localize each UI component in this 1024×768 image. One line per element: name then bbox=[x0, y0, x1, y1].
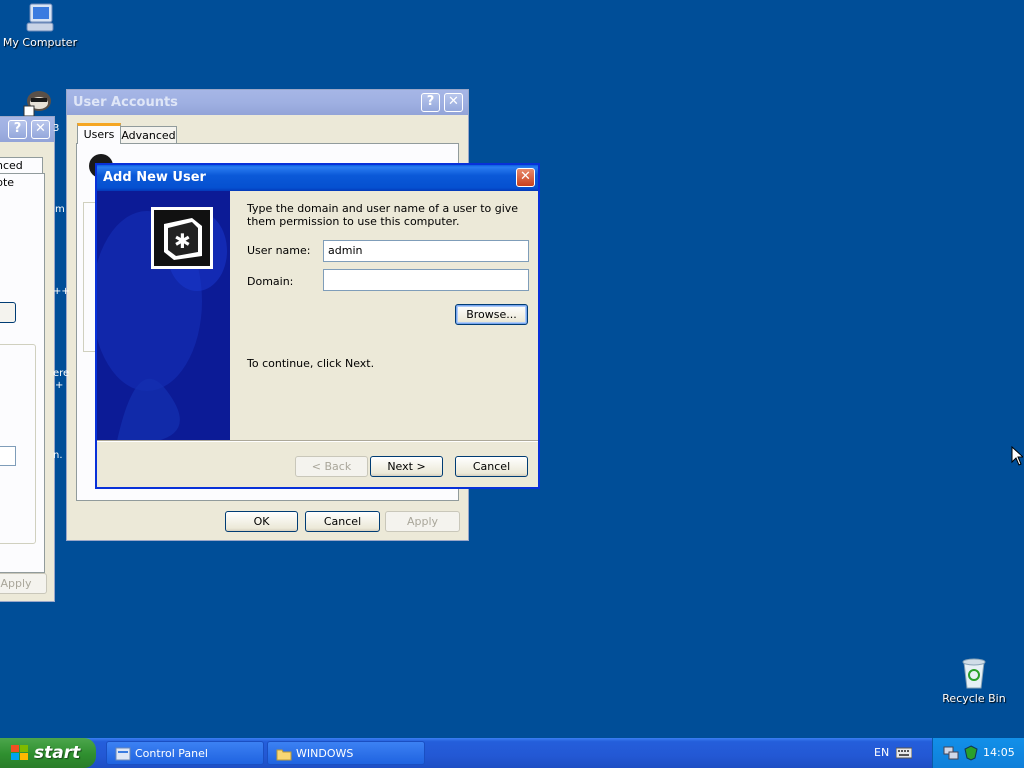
clock[interactable]: 14:05 bbox=[983, 738, 1015, 768]
domain-field[interactable] bbox=[323, 269, 529, 291]
wizard-side-art: ✱ bbox=[97, 191, 230, 441]
windows-logo-icon bbox=[11, 745, 28, 760]
start-label: start bbox=[34, 743, 81, 763]
start-button[interactable]: start bbox=[0, 738, 96, 768]
raccoon-icon bbox=[23, 91, 51, 117]
help-icon[interactable]: ? bbox=[8, 120, 27, 139]
keyboard-icon[interactable] bbox=[896, 746, 912, 760]
add-new-user-dialog[interactable]: Add New User ✕ ✱ Type the domain and use… bbox=[95, 163, 540, 489]
desktop-text-fragment-3: ere bbox=[53, 368, 70, 379]
close-icon[interactable]: ✕ bbox=[444, 93, 463, 112]
left-background-window[interactable]: ? ✕ nced pte Apply bbox=[0, 116, 55, 602]
back-button[interactable]: < Back bbox=[295, 456, 368, 477]
taskbar: start Control Panel WINDOWS EN 14:05 bbox=[0, 738, 1024, 768]
desktop-text-fragment-2: ++ bbox=[53, 286, 70, 297]
shortcut-icon[interactable] bbox=[22, 86, 54, 117]
control-panel-icon bbox=[115, 747, 131, 761]
network-icon[interactable] bbox=[943, 745, 959, 761]
dialog-instruction: Type the domain and user name of a user … bbox=[247, 202, 519, 228]
browse-button[interactable]: Browse... bbox=[455, 304, 528, 325]
left-groupbox bbox=[0, 344, 36, 544]
language-indicator[interactable]: EN bbox=[874, 738, 889, 768]
left-button-fragment[interactable] bbox=[0, 302, 16, 323]
security-icon[interactable] bbox=[963, 745, 979, 761]
mouse-cursor-icon bbox=[1011, 446, 1023, 466]
svg-text:✱: ✱ bbox=[174, 229, 191, 253]
desktop-text-fragment-5: n. bbox=[53, 450, 63, 461]
tab-users[interactable]: Users bbox=[77, 123, 121, 144]
folder-icon bbox=[276, 749, 292, 761]
computer-icon bbox=[26, 3, 54, 32]
user-accounts-titlebar[interactable]: User Accounts ? ✕ bbox=[67, 90, 468, 115]
my-computer-icon[interactable]: My Computer bbox=[0, 2, 80, 49]
left-input-fragment[interactable] bbox=[0, 446, 16, 466]
left-text-fragment: pte bbox=[0, 176, 15, 189]
dialog-title: Add New User bbox=[103, 170, 206, 185]
taskbar-item-label: WINDOWS bbox=[296, 747, 354, 760]
continue-text: To continue, click Next. bbox=[247, 357, 375, 370]
system-tray: 14:05 bbox=[932, 738, 1024, 768]
recycle-bin-glyph bbox=[962, 658, 986, 689]
desktop-text-fragment-1: m bbox=[55, 204, 65, 215]
dialog-divider bbox=[97, 440, 538, 442]
user-accounts-title: User Accounts bbox=[73, 95, 178, 110]
next-button[interactable]: Next > bbox=[370, 456, 443, 477]
fragment: 3 bbox=[53, 123, 60, 134]
help-icon[interactable]: ? bbox=[421, 93, 440, 112]
recycle-bin-icon[interactable]: Recycle Bin bbox=[934, 656, 1014, 705]
left-panel: pte bbox=[0, 173, 45, 573]
left-apply-button[interactable]: Apply bbox=[0, 573, 47, 594]
apply-button[interactable]: Apply bbox=[385, 511, 460, 532]
add-new-user-titlebar[interactable]: Add New User ✕ bbox=[97, 165, 538, 191]
ok-button[interactable]: OK bbox=[225, 511, 298, 532]
taskbar-item-windows[interactable]: WINDOWS bbox=[267, 741, 425, 765]
user-name-field[interactable]: admin bbox=[323, 240, 529, 262]
tab-advanced[interactable]: Advanced bbox=[120, 126, 177, 144]
my-computer-label: My Computer bbox=[2, 36, 78, 49]
wizard-key-icon: ✱ bbox=[151, 207, 213, 269]
cancel-button[interactable]: Cancel bbox=[305, 511, 380, 532]
user-name-label: User name: bbox=[247, 244, 311, 257]
taskbar-item-control-panel[interactable]: Control Panel bbox=[106, 741, 264, 765]
left-tab-advanced[interactable]: nced bbox=[0, 157, 43, 173]
close-icon[interactable]: ✕ bbox=[516, 168, 535, 187]
domain-label: Domain: bbox=[247, 275, 294, 288]
close-icon[interactable]: ✕ bbox=[31, 120, 50, 139]
recycle-bin-label: Recycle Bin bbox=[942, 692, 1006, 705]
key-icon: ✱ bbox=[164, 218, 202, 260]
desktop-text-fragment-4: + bbox=[55, 380, 64, 391]
cancel-button[interactable]: Cancel bbox=[455, 456, 528, 477]
taskbar-item-label: Control Panel bbox=[135, 747, 208, 760]
left-window-titlebar[interactable]: ? ✕ bbox=[0, 117, 54, 142]
